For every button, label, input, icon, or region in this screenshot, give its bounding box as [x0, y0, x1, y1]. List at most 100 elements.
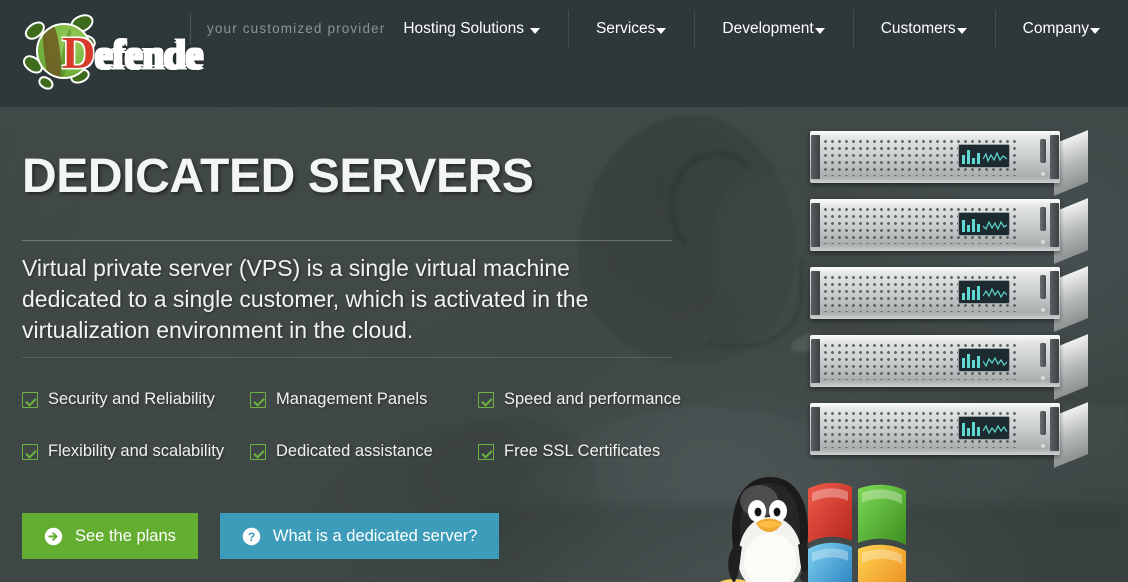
- feature-label: Free SSL Certificates: [504, 442, 661, 460]
- server-handle: [1040, 139, 1046, 163]
- question-circle-icon: ?: [242, 527, 261, 545]
- checkbox-checked-icon: [250, 391, 266, 408]
- feature-item-flexibility-and-scalability: Flexibility and scalability: [22, 442, 250, 461]
- server-lcd-display: [958, 280, 1010, 304]
- page-root: Defende your customized provider Hosting…: [0, 0, 1128, 582]
- nav-item-company[interactable]: Company: [994, 0, 1128, 58]
- server-handle: [1040, 343, 1046, 367]
- server-handle: [1040, 411, 1046, 435]
- server-front-panel: [810, 131, 1060, 183]
- site-logo[interactable]: Defende: [16, 4, 203, 102]
- server-led-indicator: [1041, 444, 1045, 448]
- feature-item-security-and-reliability: Security and Reliability: [22, 390, 250, 409]
- lcd-waveform: [983, 287, 1007, 299]
- nav-item-development[interactable]: Development: [694, 0, 852, 58]
- checkbox-checked-icon: [22, 443, 38, 460]
- hero-divider-bottom: [22, 357, 672, 358]
- server-handle: [1040, 275, 1046, 299]
- what-is-a-dedicated-server-button[interactable]: ? What is a dedicated server?: [219, 513, 500, 559]
- chevron-down-icon: [656, 28, 667, 34]
- nav-item-label: Company: [1022, 20, 1089, 37]
- server-lcd-display: [958, 348, 1010, 372]
- nav-item-hosting-solutions[interactable]: Hosting Solutions: [375, 0, 568, 58]
- brand-rest: efende: [94, 32, 204, 77]
- lcd-bar-graph: [962, 421, 980, 436]
- server-front-panel: [810, 267, 1060, 319]
- lcd-bar-graph: [962, 149, 980, 164]
- nav-item-label: Customers: [880, 20, 956, 37]
- brand-initial: D: [62, 27, 95, 78]
- lcd-waveform: [983, 356, 1007, 368]
- hero-banner: DEDICATED SERVERS Virtual private server…: [0, 107, 1128, 582]
- server-rack-ear: [1050, 135, 1059, 179]
- hero-divider-top: [22, 240, 672, 241]
- main-navigation: Hosting Solutions Services Development C…: [375, 0, 1128, 58]
- checkbox-checked-icon: [22, 391, 38, 408]
- nav-item-label: Services: [595, 20, 656, 37]
- server-rack-ear: [811, 407, 820, 451]
- lcd-waveform: [983, 220, 1007, 231]
- lcd-waveform: [983, 424, 1007, 435]
- feature-label: Speed and performance: [504, 390, 682, 408]
- chevron-down-icon: [956, 28, 967, 34]
- chevron-down-icon: [814, 28, 825, 34]
- nav-item-label: Development: [722, 20, 814, 37]
- feature-label: Management Panels: [276, 390, 428, 408]
- feature-list: Security and Reliability Management Pane…: [22, 390, 682, 494]
- button-label: What is a dedicated server?: [272, 526, 478, 545]
- server-front-panel: [810, 199, 1060, 251]
- site-header: Defende your customized provider Hosting…: [0, 0, 1128, 107]
- page-title: DEDICATED SERVERS: [22, 150, 534, 203]
- server-unit: [810, 266, 1088, 332]
- server-led-indicator: [1041, 376, 1045, 380]
- tagline-divider: [190, 13, 191, 45]
- feature-item-management-panels: Management Panels: [250, 390, 478, 409]
- server-rack-ear: [1050, 203, 1059, 247]
- server-rack-ear: [1050, 339, 1059, 383]
- feature-label: Dedicated assistance: [276, 442, 433, 460]
- lcd-bar-graph: [962, 285, 980, 300]
- site-tagline: your customized provider: [207, 21, 386, 36]
- server-unit: [810, 334, 1088, 400]
- lcd-waveform: [983, 151, 1007, 163]
- server-unit: [810, 198, 1088, 264]
- feature-label: Security and Reliability: [48, 390, 215, 408]
- server-unit: [810, 130, 1088, 196]
- nav-item-services[interactable]: Services: [567, 0, 694, 58]
- hero-cta-row: See the plans ? What is a dedicated serv…: [22, 513, 500, 559]
- server-rack-ear: [1050, 271, 1059, 315]
- checkbox-checked-icon: [478, 443, 494, 460]
- server-rack-ear: [811, 339, 820, 383]
- server-front-panel: [810, 335, 1060, 387]
- server-rack-ear: [1050, 407, 1059, 451]
- server-led-indicator: [1041, 172, 1045, 176]
- feature-label: Flexibility and scalability: [48, 442, 225, 460]
- server-lcd-display: [958, 416, 1010, 440]
- lcd-bar-graph: [962, 217, 980, 232]
- feature-item-free-ssl-certificates: Free SSL Certificates: [478, 442, 682, 461]
- server-lcd-display: [958, 212, 1010, 236]
- nav-item-label: Hosting Solutions: [403, 20, 524, 37]
- chevron-down-icon: [529, 28, 540, 34]
- chevron-down-icon: [1090, 28, 1100, 34]
- svg-text:?: ?: [248, 529, 256, 543]
- server-front-panel: [810, 403, 1060, 455]
- server-unit: [810, 402, 1088, 468]
- brand-wordmark: Defende: [62, 26, 203, 79]
- see-the-plans-button[interactable]: See the plans: [22, 513, 198, 559]
- lcd-bar-graph: [962, 353, 980, 368]
- feature-item-speed-and-performance: Speed and performance: [478, 390, 682, 409]
- arrow-right-circle-icon: [44, 527, 63, 545]
- windows-flag-logo-icon: [808, 482, 906, 582]
- hero-description: Virtual private server (VPS) is a single…: [22, 255, 589, 344]
- server-handle: [1040, 207, 1046, 231]
- checkbox-checked-icon: [250, 443, 266, 460]
- server-led-indicator: [1041, 240, 1045, 244]
- server-rack-ear: [811, 135, 820, 179]
- nav-item-customers[interactable]: Customers: [852, 0, 995, 58]
- feature-item-dedicated-assistance: Dedicated assistance: [250, 442, 478, 461]
- server-rack-ear: [811, 203, 820, 247]
- server-rack-ear: [811, 271, 820, 315]
- server-led-indicator: [1041, 308, 1045, 312]
- button-label: See the plans: [75, 526, 176, 545]
